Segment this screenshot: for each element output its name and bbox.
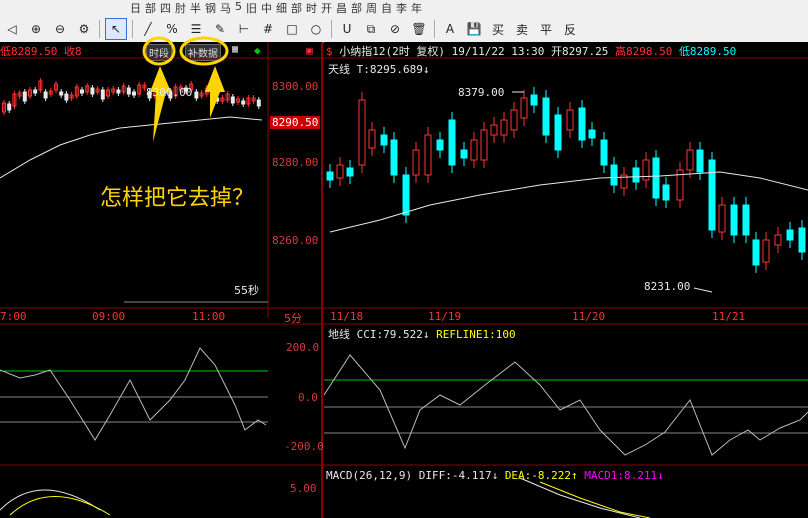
candle-body bbox=[194, 91, 199, 99]
candle-body bbox=[368, 129, 376, 149]
candle-body bbox=[500, 119, 508, 136]
candle-body bbox=[100, 89, 105, 100]
candle-body bbox=[358, 99, 366, 166]
candle-body bbox=[436, 139, 444, 151]
candle-body bbox=[80, 89, 84, 94]
highlight-ellipse bbox=[179, 36, 229, 66]
candle-body bbox=[480, 129, 488, 161]
left-ma-line bbox=[0, 116, 263, 179]
candle-body bbox=[390, 139, 398, 176]
candle-body bbox=[380, 134, 388, 146]
annotation-arrow bbox=[205, 66, 225, 118]
left-x-tick: 11:00 bbox=[192, 310, 226, 323]
ind-y-tick: 200.0 bbox=[286, 341, 320, 354]
low-marker bbox=[693, 287, 713, 293]
candle-body bbox=[460, 149, 468, 159]
candle-body bbox=[786, 229, 794, 241]
candle-body bbox=[632, 167, 640, 183]
candle-body bbox=[762, 239, 770, 263]
countdown-seconds: 55秒 bbox=[234, 284, 259, 297]
macd-macd1: MACD1:8.211↓ bbox=[584, 469, 664, 482]
candle-body bbox=[230, 96, 235, 104]
annotation-arrow bbox=[150, 66, 171, 142]
candle-body bbox=[126, 87, 131, 95]
candle-body bbox=[696, 149, 704, 173]
candle-body bbox=[686, 149, 694, 171]
candle-body bbox=[326, 171, 334, 181]
candle-body bbox=[448, 119, 456, 166]
ind-y-tick: -200.0 bbox=[284, 440, 324, 453]
period-label[interactable]: 5分 bbox=[284, 310, 302, 326]
left-macd-dea bbox=[9, 496, 111, 516]
candle-body bbox=[33, 89, 38, 94]
candle-body bbox=[132, 91, 136, 96]
candle-body bbox=[554, 114, 562, 151]
left-x-tick: 7:00 bbox=[0, 310, 27, 323]
right-x-tick: 11/21 bbox=[712, 310, 746, 323]
candle-body bbox=[588, 129, 596, 139]
highlight-ellipse bbox=[142, 36, 176, 66]
candle-body bbox=[566, 109, 574, 131]
candle-body bbox=[578, 107, 586, 141]
candle-body bbox=[43, 91, 48, 99]
kline-chart-canvas[interactable] bbox=[0, 0, 808, 518]
candle-body bbox=[470, 139, 478, 161]
candle-body bbox=[22, 91, 27, 102]
left-y-tick: 8280.00 bbox=[272, 156, 319, 169]
candle-body bbox=[542, 97, 550, 136]
candle-body bbox=[752, 239, 760, 266]
right-x-tick: 11/19 bbox=[428, 310, 462, 323]
period-low-label: 8231.00 bbox=[644, 280, 691, 293]
candle-body bbox=[402, 174, 410, 216]
question-annotation: 怎样把它去掉？ bbox=[100, 186, 255, 211]
macd-dea: DEA:-8.222↑ bbox=[504, 469, 578, 482]
candle-body bbox=[610, 164, 618, 186]
candle-body bbox=[774, 234, 782, 246]
candle-body bbox=[256, 99, 261, 107]
period-high-label: 8379.00 bbox=[458, 86, 505, 99]
left-peak-label: 8300.00 bbox=[146, 86, 193, 99]
right-cci-line bbox=[323, 354, 808, 456]
candle-body bbox=[336, 164, 344, 179]
candle-body bbox=[64, 93, 69, 101]
candle-body bbox=[600, 139, 608, 166]
candle-body bbox=[742, 204, 750, 236]
left-y-tick: 8260.00 bbox=[272, 234, 319, 247]
candle-body bbox=[412, 149, 420, 176]
candle-body bbox=[346, 167, 354, 177]
candle-body bbox=[116, 89, 121, 94]
right-x-tick: 11/18 bbox=[330, 310, 364, 323]
candle-body bbox=[7, 103, 12, 111]
candle-body bbox=[730, 204, 738, 236]
candle-body bbox=[662, 184, 670, 201]
right-macd-dea bbox=[539, 481, 651, 518]
candle-body bbox=[424, 134, 432, 176]
candle-body bbox=[652, 157, 660, 199]
candle-body bbox=[520, 97, 528, 119]
cci-ref: REFLINE1:100 bbox=[436, 328, 516, 341]
candle-body bbox=[490, 124, 498, 136]
candle-body bbox=[90, 87, 95, 95]
candle-body bbox=[241, 100, 246, 105]
left-y-tick: 8300.00 bbox=[272, 80, 319, 93]
candle-body bbox=[718, 204, 726, 233]
candle-body bbox=[510, 109, 518, 131]
current-price-tag: 8290.50 bbox=[270, 116, 321, 129]
left-x-tick: 09:00 bbox=[92, 310, 126, 323]
candle-body bbox=[59, 91, 64, 96]
candle-body bbox=[798, 227, 806, 253]
macd-title: MACD(26,12,9) DIFF:-4.117↓ bbox=[326, 469, 499, 482]
macd-y-tick: 5.00 bbox=[290, 482, 317, 495]
candle-body bbox=[708, 159, 716, 231]
ind-y-tick: 0.0 bbox=[298, 391, 318, 404]
left-cci-line bbox=[0, 347, 267, 441]
right-x-tick: 11/20 bbox=[572, 310, 606, 323]
left-macd-diff bbox=[0, 489, 101, 511]
candle-body bbox=[530, 94, 538, 106]
cci-title: 地线 CCI:79.522↓ bbox=[328, 328, 430, 341]
